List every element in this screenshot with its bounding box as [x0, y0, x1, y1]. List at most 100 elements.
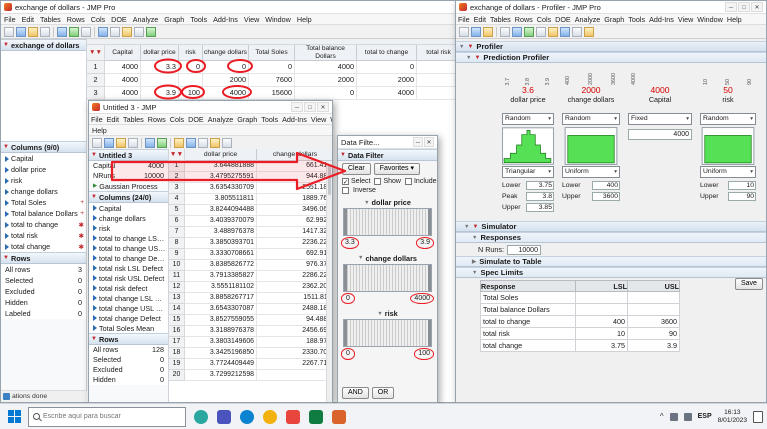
windows-start-button[interactable]: [0, 404, 28, 429]
lasso-tool-icon[interactable]: [536, 27, 546, 37]
copy-icon[interactable]: [145, 138, 155, 148]
usl-input[interactable]: [628, 292, 680, 304]
fit-icon[interactable]: [110, 27, 120, 37]
hand-tool-icon[interactable]: [512, 27, 522, 37]
disclosure-closed-icon[interactable]: [472, 259, 476, 265]
cell[interactable]: 3.488976378: [185, 227, 257, 238]
menu-item[interactable]: Rows: [513, 14, 535, 24]
menu-item[interactable]: Analyze: [130, 14, 162, 24]
cell[interactable]: 3.4039370079: [185, 216, 257, 227]
cell[interactable]: 3.7724409449: [185, 359, 257, 370]
menu-item[interactable]: DOE: [108, 14, 130, 24]
help-icon[interactable]: [222, 138, 232, 148]
range-max-value[interactable]: 3.9: [420, 239, 430, 246]
row-stat[interactable]: Selected 0: [89, 355, 168, 365]
cell[interactable]: 3.7299212598: [185, 370, 257, 381]
menu-item[interactable]: Window: [262, 14, 294, 24]
favorites-button[interactable]: Favorites ▾: [374, 163, 420, 175]
column-list-item[interactable]: Total Soles Mean: [89, 323, 168, 333]
factor-current-value[interactable]: 4000: [628, 85, 692, 96]
menu-item[interactable]: File: [1, 14, 19, 24]
range-max-value[interactable]: 100: [418, 350, 430, 357]
distribution-histogram[interactable]: [502, 127, 554, 165]
cell[interactable]: 0: [203, 61, 249, 74]
param-input[interactable]: 90: [728, 192, 756, 201]
volume-icon[interactable]: [684, 413, 692, 421]
cell[interactable]: 2000: [203, 74, 249, 87]
cell[interactable]: 2000: [295, 74, 357, 87]
taskbar-app-icon[interactable]: [217, 410, 231, 424]
mode-select[interactable]: Random▾: [562, 113, 620, 125]
row-number[interactable]: 16: [169, 326, 185, 337]
param-input[interactable]: 3.85: [526, 203, 554, 212]
column-list-item[interactable]: total change Defect: [89, 313, 168, 323]
row-number[interactable]: 14: [169, 304, 185, 315]
clear-button[interactable]: Clear: [342, 163, 371, 175]
fit-icon[interactable]: [186, 138, 196, 148]
cut-icon[interactable]: [57, 27, 67, 37]
cell[interactable]: [417, 61, 459, 74]
help-icon[interactable]: [146, 27, 156, 37]
row-stat[interactable]: Labeled 0: [1, 308, 86, 319]
row-number[interactable]: 7: [169, 227, 185, 238]
usl-input[interactable]: 90: [628, 328, 680, 340]
param-input[interactable]: 3600: [592, 192, 620, 201]
menu-item[interactable]: Rows: [64, 14, 88, 24]
cell[interactable]: [417, 87, 459, 100]
column-header[interactable]: total to change: [357, 45, 417, 61]
copy-icon[interactable]: [69, 27, 79, 37]
script-run-icon[interactable]: [93, 183, 97, 189]
menu-item[interactable]: View: [676, 14, 695, 24]
cell[interactable]: [257, 370, 332, 381]
red-triangle-icon[interactable]: [91, 194, 97, 200]
cell[interactable]: 1889.763: [257, 194, 332, 205]
menu-item[interactable]: Cols: [88, 14, 108, 24]
cell[interactable]: 4000: [105, 87, 141, 100]
row-number[interactable]: 13: [169, 293, 185, 304]
row-number[interactable]: 20: [169, 370, 185, 381]
taskbar-app-icon[interactable]: [309, 410, 323, 424]
language-indicator[interactable]: ESP: [698, 413, 712, 420]
taskbar-app-icon[interactable]: [286, 410, 300, 424]
arrow-tool-icon[interactable]: [500, 27, 510, 37]
row-number[interactable]: 12: [169, 282, 185, 293]
column-list-item[interactable]: risk: [89, 223, 168, 233]
red-triangle-icon[interactable]: [467, 44, 473, 50]
taskbar-app-icon[interactable]: [240, 410, 254, 424]
filter-field-name[interactable]: dollar price: [340, 197, 435, 208]
menu-item[interactable]: Analyze: [206, 114, 236, 124]
usl-input[interactable]: 3600: [628, 316, 680, 328]
row-stat[interactable]: Hidden 0: [89, 375, 168, 385]
new-table-icon[interactable]: [92, 138, 102, 148]
red-triangle-icon[interactable]: [3, 255, 9, 261]
column-list-item[interactable]: total to change USL Defect: [89, 243, 168, 253]
close-button[interactable]: ✕: [424, 137, 434, 147]
cell[interactable]: 692.913: [257, 249, 332, 260]
red-triangle-icon[interactable]: [91, 336, 97, 342]
cell[interactable]: 3.4795275591: [185, 172, 257, 183]
lsl-input[interactable]: 3.75: [576, 340, 628, 352]
column-list-item[interactable]: total risk defect: [89, 283, 168, 293]
open-icon[interactable]: [459, 27, 469, 37]
lsl-input[interactable]: 400: [576, 316, 628, 328]
menu-item[interactable]: Add-Ins: [280, 114, 309, 124]
column-list-item[interactable]: Total balance Dollars +: [1, 208, 86, 219]
taskbar-app-icon[interactable]: [332, 410, 346, 424]
cell[interactable]: 4000: [105, 74, 141, 87]
gaussian-process-item[interactable]: Gaussian Process: [89, 181, 168, 191]
column-header[interactable]: dollar price: [185, 149, 257, 161]
nruns-input[interactable]: 10000: [507, 245, 541, 255]
open-icon[interactable]: [104, 138, 114, 148]
column-header[interactable]: change dollars: [203, 45, 249, 61]
menu-item[interactable]: Edit: [105, 114, 121, 124]
distribution-select[interactable]: Uniform▾: [700, 166, 756, 178]
cell[interactable]: 2551.181: [257, 183, 332, 194]
disclosure-icon[interactable]: [464, 224, 469, 230]
row-stat[interactable]: Hidden 0: [1, 297, 86, 308]
factor-current-value[interactable]: 50: [700, 85, 756, 96]
column-header[interactable]: Capital: [105, 45, 141, 61]
cell[interactable]: 94.4881: [257, 315, 332, 326]
cell[interactable]: 100: [179, 87, 203, 100]
column-header[interactable]: Total Soles: [249, 45, 295, 61]
close-button[interactable]: ✕: [751, 2, 763, 12]
